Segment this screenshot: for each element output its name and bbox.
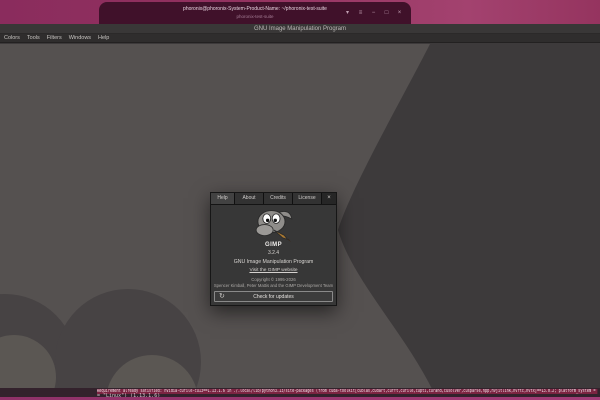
check-updates-label: Check for updates — [253, 294, 294, 300]
refresh-icon: ↻ — [219, 293, 225, 300]
menu-help[interactable]: Help — [98, 34, 109, 43]
terminal-output-line1: Requirement already satisfied: nvidia-cu… — [97, 389, 598, 394]
tab-switcher-icon[interactable]: ▾ — [343, 7, 352, 19]
gimp-menubar: Colors Tools Filters Windows Help — [0, 34, 600, 43]
tab-about[interactable]: About — [235, 193, 264, 204]
gimp-window: GNU Image Manipulation Program Colors To… — [0, 24, 600, 388]
terminal-window-controls: ▾ ≡ − □ × — [343, 7, 404, 19]
menu-colors[interactable]: Colors — [4, 34, 20, 43]
minimize-icon[interactable]: − — [369, 7, 378, 19]
menu-tools[interactable]: Tools — [27, 34, 40, 43]
app-name: GIMP — [265, 242, 282, 248]
gimp-wilber-logo — [255, 210, 292, 242]
menu-icon[interactable]: ≡ — [356, 7, 365, 19]
desktop: phoronix@phoronix-System-Product-Name: ~… — [0, 0, 600, 400]
about-dialog: Help About Credits License × GIMP 3.2.4 … — [210, 192, 337, 306]
terminal-output-strip[interactable]: Requirement already satisfied: nvidia-cu… — [0, 388, 600, 400]
tab-license[interactable]: License — [293, 193, 322, 204]
dialog-close-icon[interactable]: × — [322, 193, 336, 204]
maximize-icon[interactable]: □ — [382, 7, 391, 19]
tab-credits[interactable]: Credits — [264, 193, 293, 204]
authors-text: Spencer Kimball, Peter Mattis and the GI… — [213, 283, 334, 288]
gimp-titlebar: GNU Image Manipulation Program — [0, 24, 600, 34]
close-icon[interactable]: × — [395, 7, 404, 19]
gimp-website-link[interactable]: Visit the GIMP website — [211, 268, 336, 273]
tab-help[interactable]: Help — [211, 193, 235, 204]
check-updates-button[interactable]: ↻ Check for updates — [214, 291, 333, 302]
menu-filters[interactable]: Filters — [47, 34, 62, 43]
copyright-text: Copyright © 1995-2026 — [251, 277, 296, 282]
app-version: 3.2.4 — [267, 250, 280, 256]
terminal-headerbar[interactable]: phoronix@phoronix-System-Product-Name: ~… — [99, 2, 411, 24]
app-description: GNU Image Manipulation Program — [233, 259, 314, 265]
about-dialog-tabs: Help About Credits License × — [211, 193, 336, 205]
menu-windows[interactable]: Windows — [69, 34, 91, 43]
